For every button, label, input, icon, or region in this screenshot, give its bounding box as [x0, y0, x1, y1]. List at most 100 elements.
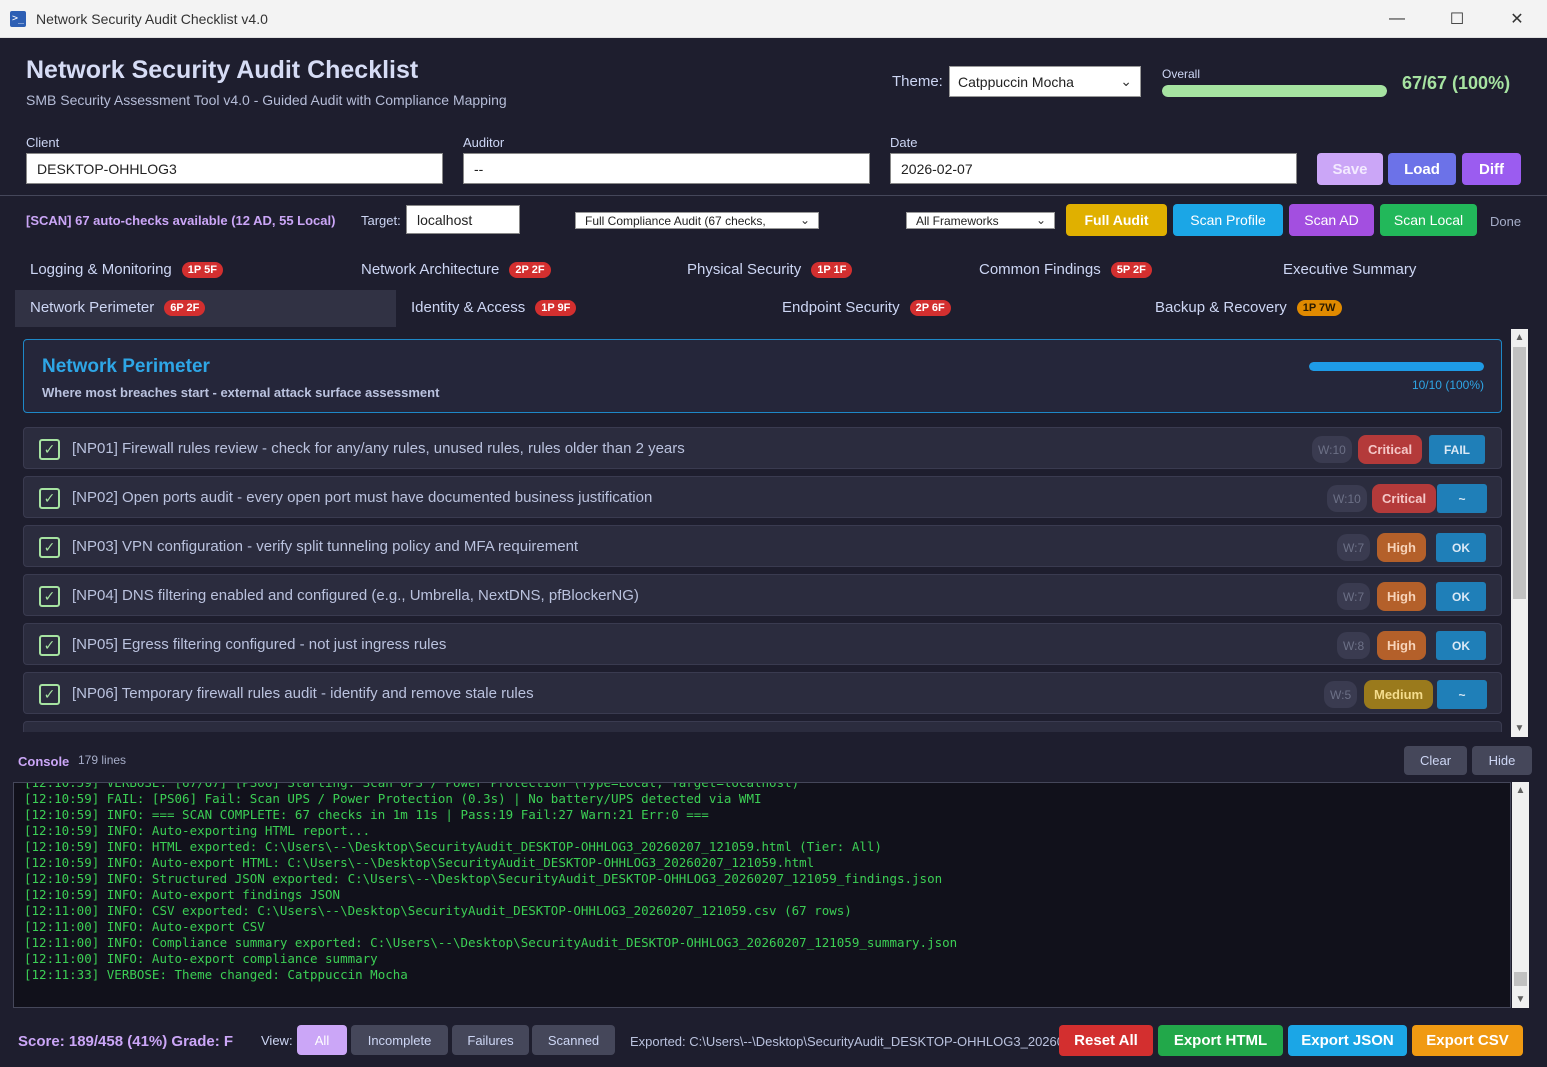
- client-label: Client: [26, 135, 60, 150]
- section-progress-text: 10/10 (100%): [1411, 378, 1484, 392]
- save-button[interactable]: Save: [1317, 153, 1383, 185]
- target-label: Target:: [361, 213, 401, 228]
- checkbox[interactable]: ✓: [39, 586, 60, 607]
- section-header-card: Network Perimeter Where most breaches st…: [23, 339, 1502, 413]
- view-all-button[interactable]: All: [297, 1025, 347, 1055]
- console-lines-container: [12:10:59] VERBOSE: [67/67] [PS06] Start…: [14, 783, 1510, 983]
- powershell-icon: >_: [10, 10, 26, 27]
- checklist: ✓ [NP01] Firewall rules review - check f…: [23, 427, 1502, 732]
- maximize-button[interactable]: ☐: [1427, 0, 1487, 38]
- view-incomplete-button[interactable]: Incomplete: [351, 1025, 448, 1055]
- status-button[interactable]: OK: [1436, 631, 1486, 660]
- overall-progress-bar: [1162, 85, 1387, 97]
- chevron-down-icon: ⌄: [799, 213, 810, 227]
- status-button[interactable]: OK: [1436, 533, 1486, 562]
- checkbox[interactable]: ✓: [39, 439, 60, 460]
- full-audit-button[interactable]: Full Audit: [1066, 204, 1167, 236]
- checkbox[interactable]: ✓: [39, 635, 60, 656]
- tab-badge: 1P 9F: [535, 299, 577, 316]
- status-button[interactable]: ~: [1437, 484, 1487, 513]
- check-row[interactable]: ✓ [NP01] Firewall rules review - check f…: [23, 427, 1502, 469]
- view-failures-button[interactable]: Failures: [452, 1025, 529, 1055]
- console-output[interactable]: [12:10:59] VERBOSE: [67/67] [PS06] Start…: [13, 782, 1511, 1008]
- weight-badge: W:7: [1337, 583, 1371, 610]
- tab-badge: 5P 2F: [1110, 261, 1152, 278]
- scroll-up-icon[interactable]: ▲: [1512, 782, 1529, 799]
- console-line: [12:11:00] INFO: Compliance summary expo…: [24, 935, 958, 950]
- load-button[interactable]: Load: [1388, 153, 1456, 185]
- severity-badge: Critical: [1358, 435, 1423, 464]
- checkbox[interactable]: ✓: [39, 488, 60, 509]
- date-input[interactable]: 2026-02-07: [890, 153, 1297, 184]
- client-input[interactable]: DESKTOP-OHHLOG3: [26, 153, 443, 184]
- tab-label: Network Architecture: [361, 261, 500, 278]
- check-row[interactable]: [23, 721, 1502, 732]
- scroll-down-icon[interactable]: ▼: [1511, 720, 1528, 737]
- tab-network-architecture[interactable]: Network Architecture 2P 2F: [361, 261, 551, 278]
- export-csv-button[interactable]: Export CSV: [1412, 1025, 1523, 1056]
- scroll-thumb[interactable]: [1514, 972, 1527, 986]
- tab-common-findings[interactable]: Common Findings 5P 2F: [979, 261, 1152, 278]
- tab-logging-monitoring[interactable]: Logging & Monitoring 1P 5F: [30, 261, 223, 278]
- scan-info: [SCAN] 67 auto-checks available (12 AD, …: [26, 213, 336, 228]
- weight-badge: W:10: [1327, 485, 1367, 512]
- console-clear-button[interactable]: Clear: [1404, 746, 1467, 775]
- theme-label: Theme:: [892, 73, 943, 90]
- tab-backup-recovery[interactable]: Backup & Recovery 1P 7W: [1155, 299, 1342, 316]
- console-hide-button[interactable]: Hide: [1472, 746, 1532, 775]
- scan-profile-value: Full Compliance Audit (67 checks,: [585, 213, 766, 228]
- check-row[interactable]: ✓ [NP05] Egress filtering configured - n…: [23, 623, 1502, 665]
- status-button[interactable]: ~: [1437, 680, 1487, 709]
- auditor-input[interactable]: --: [463, 153, 870, 184]
- section-progress-bar: [1309, 362, 1484, 371]
- console-line: [12:10:59] INFO: Auto-exporting HTML rep…: [24, 823, 371, 838]
- console-line: [12:11:00] INFO: Auto-export compliance …: [24, 951, 378, 966]
- tab-label: Physical Security: [687, 261, 802, 278]
- section-subtitle: Where most breaches start - external att…: [42, 385, 440, 400]
- check-row[interactable]: ✓ [NP03] VPN configuration - verify spli…: [23, 525, 1502, 567]
- export-html-button[interactable]: Export HTML: [1158, 1025, 1283, 1056]
- diff-button[interactable]: Diff: [1462, 153, 1521, 185]
- theme-select[interactable]: Catppuccin Mocha ⌄: [949, 66, 1141, 97]
- tab-endpoint-security[interactable]: Endpoint Security 2P 6F: [782, 299, 951, 316]
- check-text: [NP04] DNS filtering enabled and configu…: [72, 587, 639, 604]
- check-row[interactable]: ✓ [NP02] Open ports audit - every open p…: [23, 476, 1502, 518]
- overall-progress-fill: [1162, 85, 1387, 97]
- minimize-button[interactable]: —: [1367, 0, 1427, 38]
- check-row[interactable]: ✓ [NP06] Temporary firewall rules audit …: [23, 672, 1502, 714]
- section-progress-fill: [1309, 362, 1484, 371]
- view-scanned-button[interactable]: Scanned: [532, 1025, 615, 1055]
- scroll-thumb[interactable]: [1513, 347, 1526, 599]
- close-button[interactable]: ✕: [1487, 0, 1547, 38]
- scan-local-button[interactable]: Scan Local: [1380, 204, 1477, 236]
- scroll-down-icon[interactable]: ▼: [1512, 991, 1529, 1008]
- tab-identity-access[interactable]: Identity & Access 1P 9F: [411, 299, 577, 316]
- tab-network-perimeter[interactable]: Network Perimeter 6P 2F: [30, 299, 206, 316]
- console-line: [12:10:59] INFO: Structured JSON exporte…: [24, 871, 943, 886]
- checkbox[interactable]: ✓: [39, 684, 60, 705]
- console-line: [12:10:59] INFO: === SCAN COMPLETE: 67 c…: [24, 807, 709, 822]
- tab-label: Endpoint Security: [782, 299, 900, 316]
- status-button[interactable]: FAIL: [1429, 435, 1485, 464]
- page-subtitle: SMB Security Assessment Tool v4.0 - Guid…: [26, 92, 507, 108]
- exported-path: Exported: C:\Users\--\Desktop\SecurityAu…: [630, 1034, 1060, 1049]
- overall-label: Overall: [1162, 67, 1201, 81]
- scan-ad-button[interactable]: Scan AD: [1289, 204, 1374, 236]
- severity-badge: High: [1377, 582, 1426, 611]
- console-scrollbar[interactable]: ▲ ▼: [1512, 782, 1529, 1008]
- scan-profile-button[interactable]: Scan Profile: [1173, 204, 1283, 236]
- scan-profile-select[interactable]: Full Compliance Audit (67 checks, ⌄: [575, 212, 819, 229]
- tab-executive-summary[interactable]: Executive Summary: [1283, 261, 1416, 278]
- checklist-scrollbar[interactable]: ▲ ▼: [1511, 329, 1528, 737]
- tab-badge: 2P 2F: [509, 261, 551, 278]
- checkbox[interactable]: ✓: [39, 537, 60, 558]
- check-row[interactable]: ✓ [NP04] DNS filtering enabled and confi…: [23, 574, 1502, 616]
- status-button[interactable]: OK: [1436, 582, 1486, 611]
- scroll-up-icon[interactable]: ▲: [1511, 329, 1528, 346]
- export-json-button[interactable]: Export JSON: [1288, 1025, 1407, 1056]
- tab-physical-security[interactable]: Physical Security 1P 1F: [687, 261, 853, 278]
- target-input[interactable]: localhost: [406, 205, 520, 234]
- console-line: [12:10:59] INFO: HTML exported: C:\Users…: [24, 839, 882, 854]
- reset-all-button[interactable]: Reset All: [1059, 1025, 1153, 1056]
- framework-select[interactable]: All Frameworks ⌄: [906, 212, 1055, 229]
